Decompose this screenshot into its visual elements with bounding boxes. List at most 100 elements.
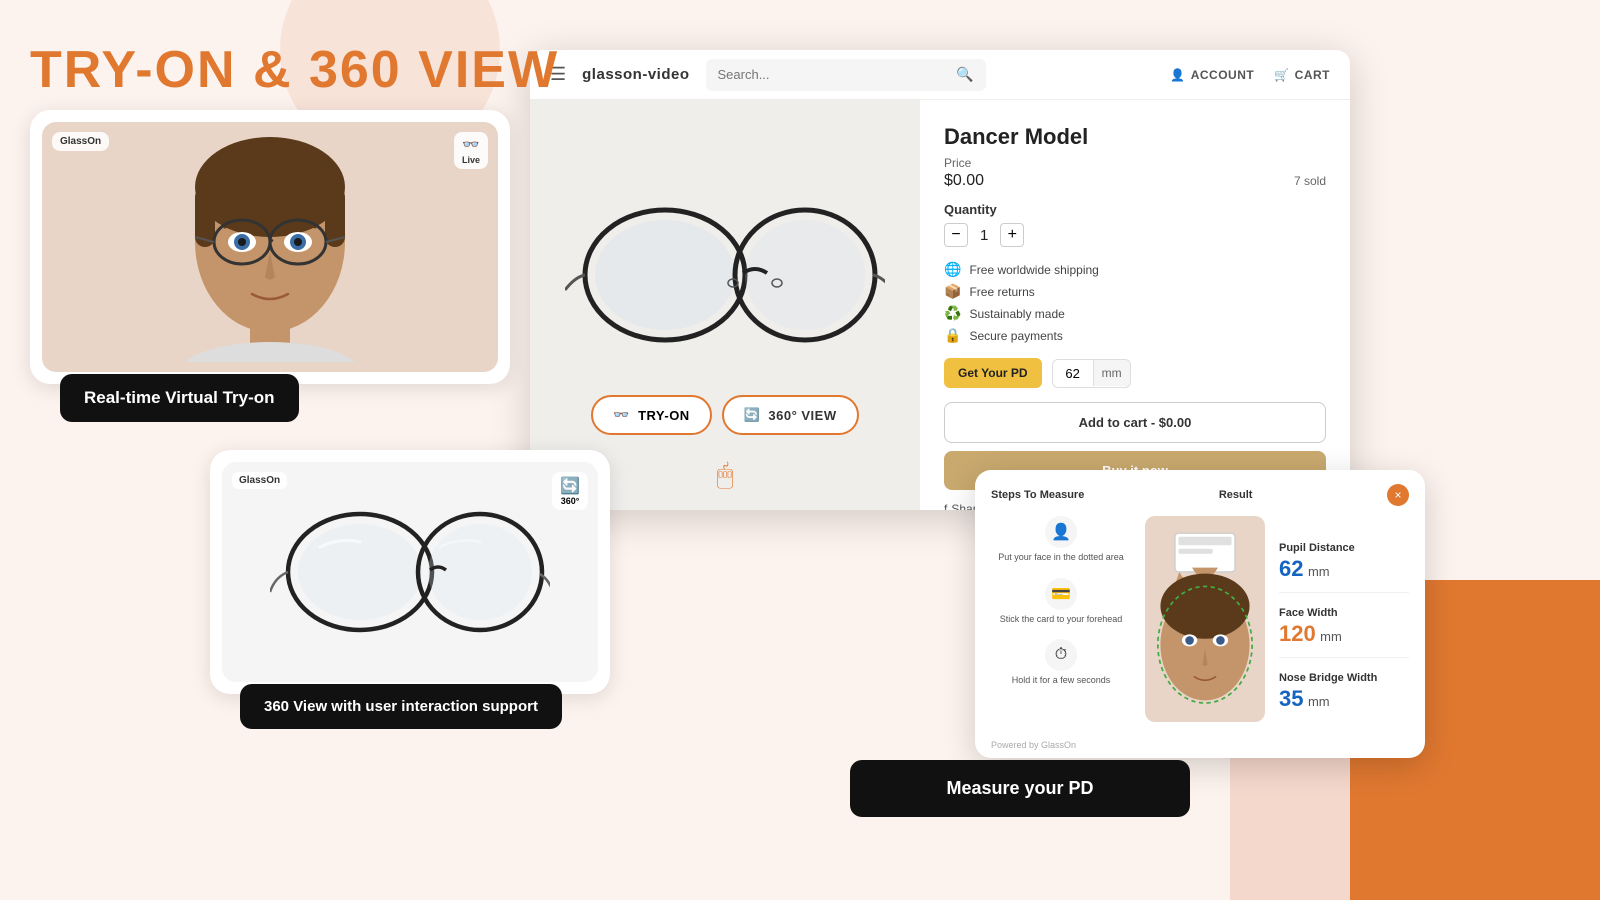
pd-steps-header-title: Steps To Measure xyxy=(991,489,1084,501)
browser-navbar: ☰ glasson-video 🔍 👤 ACCOUNT 🛒 CART xyxy=(530,50,1350,100)
badge-360: 🔄 360° xyxy=(552,472,588,510)
feature-shipping: 🌐 Free worldwide shipping xyxy=(944,261,1326,278)
quantity-control: − 1 + xyxy=(944,223,1326,247)
pd-result-pupil: Pupil Distance 62 mm xyxy=(1279,542,1409,593)
tryon-card-image: GlassOn 👓 Live xyxy=(42,122,498,372)
pd-step-1: 👤 Put your face in the dotted area xyxy=(991,516,1131,564)
quantity-decrease-button[interactable]: − xyxy=(944,223,968,247)
glasses-image-container xyxy=(555,175,895,375)
pd-card-header: Steps To Measure Result × xyxy=(975,470,1425,506)
nav-right-section: 👤 ACCOUNT 🛒 CART xyxy=(1170,68,1330,82)
badge-360-text: 360° xyxy=(561,496,580,506)
sustainable-icon: ♻️ xyxy=(944,305,961,322)
browser-window: ☰ glasson-video 🔍 👤 ACCOUNT 🛒 CART xyxy=(530,50,1350,510)
quantity-label: Quantity xyxy=(944,202,1326,217)
pd-input[interactable] xyxy=(1053,360,1093,387)
view-360-button[interactable]: 🔄 360° VIEW xyxy=(722,395,859,435)
secure-icon: 🔒 xyxy=(944,327,961,344)
feature-sustainable: ♻️ Sustainably made xyxy=(944,305,1326,322)
pd-steps-column: 👤 Put your face in the dotted area 💳 Sti… xyxy=(991,516,1131,722)
glasses-360-svg xyxy=(270,492,550,652)
pd-bottom-label-wrapper: Measure your PD xyxy=(850,760,1190,817)
person-face-svg xyxy=(170,132,370,362)
sold-badge: 7 sold xyxy=(1294,174,1326,188)
pd-step-3: ⏱ Hold it for a few seconds xyxy=(991,639,1131,687)
product-area: 👓 TRY-ON 🔄 360° VIEW 🖱 Dancer Model Pric… xyxy=(530,100,1350,510)
add-to-cart-button[interactable]: Add to cart - $0.00 xyxy=(944,402,1326,443)
account-button[interactable]: 👤 ACCOUNT xyxy=(1170,68,1254,82)
face-width-label: Face Width xyxy=(1279,607,1409,619)
cart-label: CART xyxy=(1295,68,1330,82)
pd-input-group: mm xyxy=(1052,359,1131,388)
nose-bridge-value: 35 xyxy=(1279,686,1303,711)
rotate-icon: 🔄 xyxy=(744,407,761,423)
arrow-decoration: 🖱 xyxy=(717,459,734,492)
nose-bridge-unit: mm xyxy=(1308,694,1330,709)
pupil-distance-value: 62 xyxy=(1279,556,1303,581)
quantity-value: 1 xyxy=(980,227,988,244)
face-width-value: 120 xyxy=(1279,621,1316,646)
pd-results-column: Pupil Distance 62 mm Face Width 120 mm N… xyxy=(1279,516,1409,722)
card-360-wrapper: GlassOn 🔄 360° xyxy=(210,450,610,694)
account-label: ACCOUNT xyxy=(1191,68,1255,82)
try-on-buttons-row: 👓 TRY-ON 🔄 360° VIEW xyxy=(591,395,858,435)
pd-unit: mm xyxy=(1093,360,1130,386)
share-icon: f xyxy=(944,502,947,510)
card-360-label: 360 View with user interaction support xyxy=(240,684,562,729)
glasses-product-image xyxy=(565,195,885,355)
product-name: Dancer Model xyxy=(944,124,1326,150)
live-icon: 👓 xyxy=(462,136,479,153)
nav-logo: glasson-video xyxy=(582,66,689,83)
feature-secure: 🔒 Secure payments xyxy=(944,327,1326,344)
pd-step-2-text: Stick the card to your forehead xyxy=(1000,614,1123,626)
cart-icon: 🛒 xyxy=(1274,68,1289,82)
shipping-icon: 🌐 xyxy=(944,261,961,278)
pd-result-header-title: Result xyxy=(1219,489,1253,501)
feature-returns: 📦 Free returns xyxy=(944,283,1326,300)
pd-result-nose-bridge: Nose Bridge Width 35 mm xyxy=(1279,672,1409,722)
pd-step-3-text: Hold it for a few seconds xyxy=(1012,675,1111,687)
try-on-label: TRY-ON xyxy=(638,408,690,423)
tryon-card: GlassOn 👓 Live xyxy=(30,110,510,432)
try-on-button[interactable]: 👓 TRY-ON xyxy=(591,395,711,435)
search-input[interactable] xyxy=(718,67,949,82)
quantity-increase-button[interactable]: + xyxy=(1000,223,1024,247)
account-icon: 👤 xyxy=(1170,68,1185,82)
pupil-distance-label: Pupil Distance xyxy=(1279,542,1409,554)
view-360-label: 360° VIEW xyxy=(768,408,836,423)
get-pd-button[interactable]: Get Your PD xyxy=(944,358,1042,388)
nose-bridge-label: Nose Bridge Width xyxy=(1279,672,1409,684)
live-text: Live xyxy=(462,155,480,165)
pd-card-body: 👤 Put your face in the dotted area 💳 Sti… xyxy=(975,506,1425,736)
product-price: $0.00 xyxy=(944,172,984,190)
product-info-section: Dancer Model Price $0.00 7 sold Quantity… xyxy=(920,100,1350,510)
live-badge: 👓 Live xyxy=(454,132,488,169)
pd-face-image xyxy=(1145,516,1265,722)
card-360: GlassOn 🔄 360° xyxy=(210,450,610,739)
face-width-unit: mm xyxy=(1320,629,1342,644)
pd-step-2: 💳 Stick the card to your forehead xyxy=(991,578,1131,626)
pd-step-3-icon: ⏱ xyxy=(1045,639,1077,671)
pd-close-button[interactable]: × xyxy=(1387,484,1409,506)
search-bar[interactable]: 🔍 xyxy=(706,59,986,91)
features-list: 🌐 Free worldwide shipping 📦 Free returns… xyxy=(944,261,1326,344)
main-title: TRY-ON & 360 VIEW xyxy=(30,40,559,100)
product-image-section: 👓 TRY-ON 🔄 360° VIEW 🖱 xyxy=(530,100,920,510)
glasson-badge: GlassOn xyxy=(52,132,109,151)
rotate-360-icon: 🔄 xyxy=(560,476,580,496)
pd-step-2-icon: 💳 xyxy=(1045,578,1077,610)
pd-step-1-icon: 👤 xyxy=(1045,516,1077,548)
tryon-card-label: Real-time Virtual Try-on xyxy=(60,374,299,422)
pd-step-1-text: Put your face in the dotted area xyxy=(998,552,1124,564)
pd-row: Get Your PD mm xyxy=(944,358,1326,388)
returns-icon: 📦 xyxy=(944,283,961,300)
card-360-image: GlassOn 🔄 360° xyxy=(222,462,598,682)
cart-button[interactable]: 🛒 CART xyxy=(1274,68,1330,82)
glasson-360-badge: GlassOn xyxy=(232,472,287,489)
pd-result-face-width: Face Width 120 mm xyxy=(1279,607,1409,658)
glasses-icon: 👓 xyxy=(613,407,630,423)
pupil-distance-unit: mm xyxy=(1308,564,1330,579)
pd-measurement-card: Steps To Measure Result × 👤 Put your fac… xyxy=(975,470,1425,758)
search-icon: 🔍 xyxy=(956,66,973,83)
tryon-card-wrapper: GlassOn 👓 Live xyxy=(30,110,510,384)
